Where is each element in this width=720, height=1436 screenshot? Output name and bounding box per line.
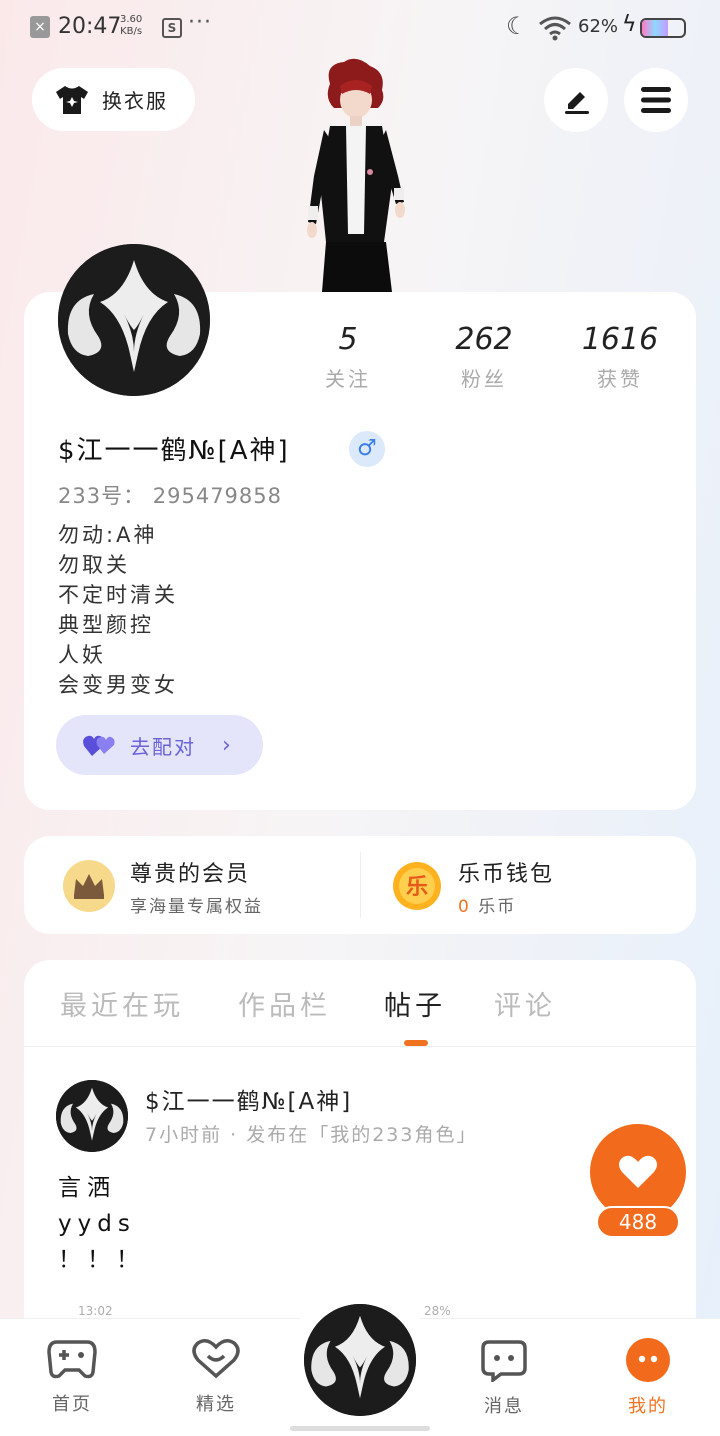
wallet-amount: 0: [458, 896, 471, 917]
like-count: 488: [596, 1206, 680, 1238]
heart-chat-icon: [192, 1339, 240, 1379]
post-body-line: 言洒: [58, 1175, 116, 1201]
stat-fans-value: 262: [455, 322, 513, 357]
vip-member-subtitle: 享海量专属权益: [130, 896, 263, 917]
preview-time: 13:02: [78, 1304, 113, 1318]
wallet-unit: 乐币: [478, 896, 517, 917]
notification-x-icon: ×: [30, 16, 50, 38]
avatar-logo-image: [304, 1304, 416, 1416]
stat-fans-label: 粉丝: [461, 367, 507, 391]
match-label: 去配对: [130, 734, 196, 759]
heart-icon: [619, 1155, 657, 1188]
wallet-entry[interactable]: 乐 乐币钱包 0 乐币: [392, 856, 682, 917]
post-author-avatar[interactable]: [56, 1080, 128, 1152]
stat-likes-label: 获赞: [597, 367, 643, 391]
app-notification-icon: S: [162, 18, 182, 38]
stat-following-label: 关注: [325, 367, 371, 391]
post-meta: 7小时前 · 发布在「我的233角色」: [145, 1124, 478, 1146]
center-avatar-button[interactable]: [304, 1304, 416, 1416]
tab-works[interactable]: 作品栏: [238, 984, 331, 1023]
do-not-disturb-icon: ☾: [506, 12, 528, 40]
chevron-right-icon: ›: [222, 732, 231, 758]
vip-member-title: 尊贵的会员: [130, 861, 251, 887]
stat-following[interactable]: 5 关注: [293, 322, 403, 392]
nav-messages-label: 消息: [484, 1396, 524, 1417]
bio-line: 勿动:A神: [58, 523, 158, 547]
battery-icon: [640, 18, 686, 38]
stat-likes-value: 1616: [581, 322, 659, 357]
wallet-title: 乐币钱包: [458, 861, 555, 887]
tshirt-icon: [56, 85, 88, 114]
vip-divider: [360, 852, 361, 918]
change-outfit-button[interactable]: 换衣服: [32, 68, 195, 131]
menu-icon: [641, 87, 671, 113]
pencil-icon: [565, 92, 589, 114]
profile-nickname: $江一一鹤№[A神]: [58, 436, 290, 466]
nav-home[interactable]: 首页: [27, 1338, 117, 1416]
status-time: 20:47: [58, 14, 122, 39]
message-icon: [481, 1340, 527, 1384]
net-speed-value: 3.60: [120, 14, 143, 25]
wifi-icon: [539, 16, 571, 41]
battery-percent: 62%: [578, 16, 619, 37]
match-button[interactable]: 去配对 ›: [56, 715, 263, 775]
preview-battery: 28%: [424, 1304, 451, 1318]
post-author-name[interactable]: $江一一鹤№[A神]: [145, 1082, 352, 1116]
gamepad-icon: [47, 1340, 97, 1379]
tab-posts[interactable]: 帖子: [384, 984, 446, 1023]
tabs-divider: [24, 1046, 696, 1047]
stat-likes[interactable]: 1616 获赞: [565, 322, 675, 392]
edit-profile-button[interactable]: [544, 68, 608, 132]
post-body-line: yyds: [58, 1211, 136, 1237]
avatar-logo-image: [58, 244, 210, 396]
gender-male-icon: ♂: [349, 431, 385, 467]
net-speed: 3.60 KB/s: [120, 14, 142, 38]
profile-avatar[interactable]: [58, 244, 210, 396]
post-body[interactable]: 言洒 yyds ！！！: [58, 1170, 145, 1278]
vip-member-entry[interactable]: 尊贵的会员 享海量专属权益: [62, 856, 352, 917]
tab-comments[interactable]: 评论: [494, 984, 556, 1023]
bio-line: 勿取关: [58, 553, 130, 577]
coin-glyph: 乐: [406, 875, 428, 900]
hearts-icon: [83, 735, 115, 756]
coin-icon: 乐: [393, 862, 441, 910]
bio-line: 不定时清关: [58, 583, 178, 607]
tab-recently-played[interactable]: 最近在玩: [60, 984, 184, 1023]
bio-line: 人妖: [58, 643, 106, 667]
stat-following-value: 5: [338, 322, 358, 357]
profile-face-icon: [626, 1338, 670, 1382]
net-speed-unit: KB/s: [120, 26, 143, 37]
bio-line: 会变男变女: [58, 673, 178, 697]
nav-messages[interactable]: 消息: [459, 1338, 549, 1418]
menu-button[interactable]: [624, 68, 688, 132]
nav-me[interactable]: 我的: [603, 1338, 693, 1418]
charging-icon: ϟ: [622, 12, 637, 37]
nav-home-label: 首页: [52, 1394, 92, 1415]
crown-icon: [63, 860, 115, 912]
avatar-character[interactable]: [300, 56, 412, 292]
bio-line: 典型颜控: [58, 613, 154, 637]
home-indicator: [290, 1426, 430, 1431]
nav-featured[interactable]: 精选: [171, 1338, 261, 1416]
avatar-logo-image: [56, 1080, 128, 1152]
nav-me-label: 我的: [628, 1396, 668, 1417]
post-body-line: ！！！: [58, 1247, 145, 1273]
nav-featured-label: 精选: [196, 1394, 236, 1415]
profile-id[interactable]: 233号： 295479858: [58, 480, 282, 510]
more-notifications-icon: ···: [188, 10, 212, 35]
change-outfit-label: 换衣服: [102, 89, 168, 113]
status-bar: × 20:47 3.60 KB/s S ··· ☾ 62% ϟ: [0, 0, 720, 56]
stat-fans[interactable]: 262 粉丝: [429, 322, 539, 392]
profile-bio: 勿动:A神 勿取关 不定时清关 典型颜控 人妖 会变男变女: [58, 520, 178, 700]
